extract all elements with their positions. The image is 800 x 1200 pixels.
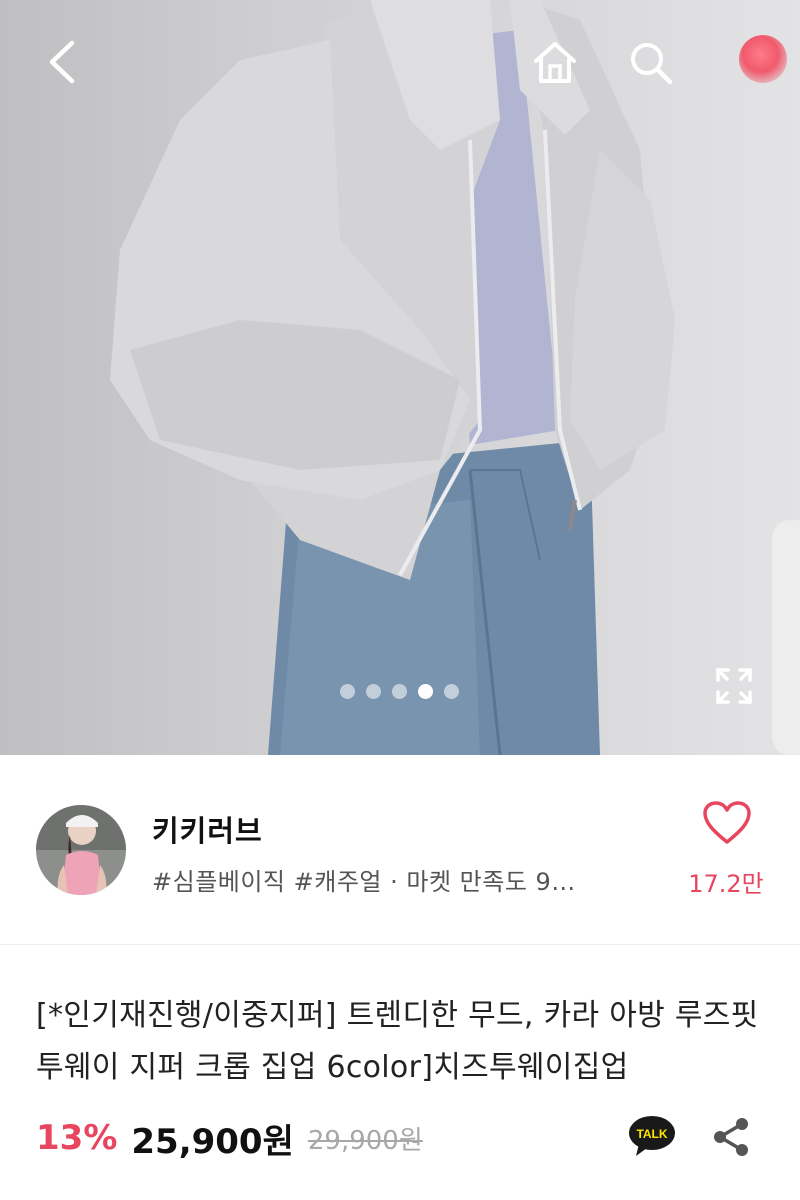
gallery-dot[interactable] — [444, 684, 459, 699]
back-button[interactable] — [30, 30, 94, 94]
product-title: [*인기재진행/이중지퍼] 트렌디한 무드, 카라 아방 루즈핏 투웨이 지퍼 … — [36, 998, 759, 1085]
share-button[interactable] — [708, 1114, 754, 1160]
talk-bubble-icon: TALK — [629, 1116, 675, 1156]
heart-outline-icon — [703, 801, 751, 844]
gallery-dot-active[interactable] — [418, 684, 433, 699]
discount-rate: 13% — [36, 1118, 118, 1158]
favorite-count: 17.2만 — [688, 870, 764, 898]
home-icon — [534, 42, 576, 83]
product-photo — [110, 0, 800, 755]
search-icon — [631, 43, 673, 85]
original-price: 29,900원 — [307, 1125, 423, 1156]
talk-label: TALK — [636, 1127, 667, 1141]
gallery-dot[interactable] — [340, 684, 355, 699]
expand-icon — [716, 668, 752, 704]
gallery-dot[interactable] — [366, 684, 381, 699]
cart-badge-icon — [739, 35, 787, 83]
seller-avatar[interactable] — [36, 805, 126, 895]
gallery-dot[interactable] — [392, 684, 407, 699]
favorite-button[interactable] — [692, 800, 762, 860]
share-icon — [714, 1118, 748, 1156]
cart-button[interactable] — [726, 22, 800, 96]
expand-button[interactable] — [712, 664, 756, 708]
search-button[interactable] — [620, 32, 682, 94]
chevron-left-icon — [49, 40, 75, 84]
seller-name[interactable]: 키키러브 — [152, 808, 263, 850]
sale-price: 25,900원 — [131, 1121, 294, 1162]
gallery-pagination — [340, 684, 459, 699]
product-image-gallery[interactable] — [0, 0, 800, 755]
avatar-image — [36, 805, 126, 895]
price-row: 13% 25,900원 29,900원 — [36, 1113, 423, 1163]
kakao-talk-button[interactable]: TALK — [627, 1114, 677, 1158]
seller-tags: #심플베이직 #캐주얼 · 마켓 만족도 9… — [152, 868, 576, 896]
home-button[interactable] — [524, 32, 586, 94]
